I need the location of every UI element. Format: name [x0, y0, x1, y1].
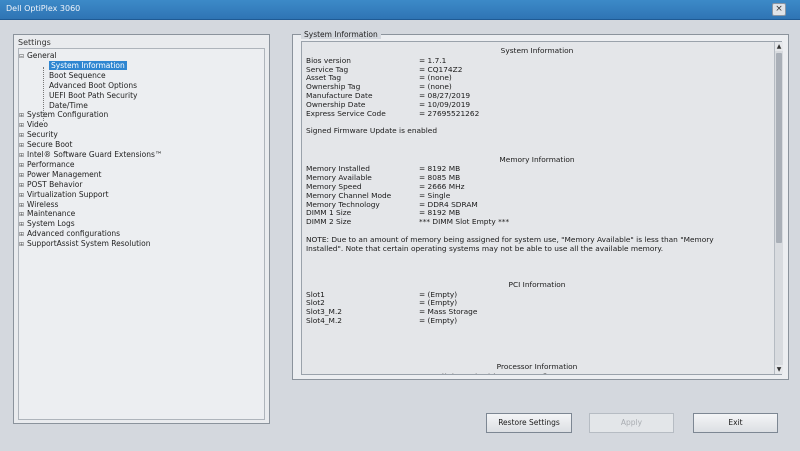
system-information-group: System Information System Information Bio…	[292, 30, 789, 380]
tree-item-wireless[interactable]: ⊞ Wireless	[19, 200, 58, 210]
tree-item-advanced-configurations[interactable]: ⊞ Advanced configurations	[19, 229, 120, 239]
window-title: Dell OptiPlex 3060	[6, 4, 81, 13]
processor-info-label: Processor Type	[306, 372, 361, 374]
pci-info-label: Slot4_M.2	[306, 316, 342, 325]
tree-item-label: Virtualization Support	[27, 189, 109, 199]
tree-item-label: Date/Time	[49, 100, 88, 110]
tree-item-uefi-boot-path-security[interactable]: UEFI Boot Path Security	[49, 91, 137, 101]
memory-note: NOTE: Due to an amount of memory being a…	[306, 234, 714, 253]
tree-item-label: Boot Sequence	[49, 70, 106, 80]
vertical-scrollbar[interactable]: ▲ ▼	[774, 42, 783, 374]
tree-item-label: Power Management	[27, 169, 102, 179]
exit-button[interactable]: Exit	[693, 413, 778, 433]
scrollbar-thumb[interactable]	[776, 53, 782, 243]
system-info-title: System Information	[500, 46, 574, 55]
tree-item-advanced-boot-options[interactable]: Advanced Boot Options	[49, 81, 137, 91]
restore-settings-button[interactable]: Restore Settings	[486, 413, 572, 433]
tree-item-label: Video	[27, 120, 49, 130]
tree-item-post-behavior[interactable]: ⊞ POST Behavior	[19, 180, 82, 190]
tree-item-label: Advanced configurations	[27, 229, 121, 239]
tree-item-label: POST Behavior	[27, 179, 83, 189]
tree-item-system-logs[interactable]: ⊞ System Logs	[19, 219, 75, 229]
tree-item-label: Advanced Boot Options	[49, 80, 138, 90]
expand-icon[interactable]: ⊞	[19, 240, 27, 250]
tree-item-intel-software-guard-extensions[interactable]: ⊞ Intel® Software Guard Extensions™	[19, 150, 162, 160]
tree-item-label: System Information	[49, 60, 127, 70]
scroll-up-icon[interactable]: ▲	[775, 42, 783, 51]
tree-item-maintenance[interactable]: ⊞ Maintenance	[19, 209, 75, 219]
firmware-note: Signed Firmware Update is enabled	[306, 126, 438, 136]
system-info-value: = 27695521262	[419, 108, 480, 118]
pci-info-value: = (Empty)	[419, 316, 458, 325]
tree-item-system-configuration[interactable]: ⊞ System Configuration	[19, 110, 108, 120]
settings-header: Settings	[18, 38, 51, 47]
memory-info-title: Memory Information	[499, 154, 575, 164]
collapse-icon[interactable]: ⊟	[19, 52, 27, 62]
system-information-box: System Information Bios version = 1.7.1 Ser…	[301, 41, 783, 375]
tree-item-label: Security	[27, 130, 58, 140]
group-title: System Information	[301, 30, 381, 39]
tree-item-label: Maintenance	[27, 209, 76, 219]
tree-item-security[interactable]: ⊞ Security	[19, 130, 58, 140]
pci-info-title: PCI Information	[508, 279, 566, 289]
tree-item-date-time[interactable]: Date/Time	[49, 101, 88, 111]
tree-item-virtualization-support[interactable]: ⊞ Virtualization Support	[19, 190, 109, 200]
close-button[interactable]: ×	[772, 3, 786, 16]
scroll-down-icon[interactable]: ▼	[775, 365, 783, 374]
tree-item-label: System Logs	[27, 219, 75, 229]
settings-tree-panel: Settings ⊟ General System Information Boot …	[13, 34, 270, 424]
tree-item-general[interactable]: ⊟ General	[19, 51, 57, 61]
tree-item-label: SupportAssist System Resolution	[27, 239, 151, 249]
tree-item-label: Secure Boot	[27, 140, 73, 150]
title-bar: Dell OptiPlex 3060 ×	[0, 0, 800, 20]
system-info-label: Express Service Code	[306, 108, 386, 118]
tree-item-secure-boot[interactable]: ⊞ Secure Boot	[19, 140, 72, 150]
settings-tree: ⊟ General System Information Boot Sequence A…	[18, 48, 265, 420]
tree-item-label: UEFI Boot Path Security	[49, 90, 138, 100]
tree-item-system-information[interactable]: System Information	[49, 60, 127, 71]
tree-item-power-management[interactable]: ⊞ Power Management	[19, 170, 101, 180]
memory-info-value: *** DIMM Slot Empty ***	[419, 217, 510, 227]
tree-item-label: System Configuration	[27, 110, 109, 120]
apply-button[interactable]: Apply	[589, 413, 674, 433]
memory-info-label: DIMM 2 Size	[306, 217, 352, 227]
info-content: System Information Bios version = 1.7.1 Ser…	[306, 42, 768, 374]
tree-item-label: Wireless	[27, 199, 59, 209]
tree-item-label: Intel® Software Guard Extensions™	[27, 150, 163, 159]
tree-item-performance[interactable]: ⊞ Performance	[19, 160, 75, 170]
tree-item-supportassist-system-resolution[interactable]: ⊞ SupportAssist System Resolution	[19, 239, 150, 249]
tree-item-label: General	[27, 51, 57, 60]
tree-item-boot-sequence[interactable]: Boot Sequence	[49, 71, 106, 81]
tree-item-video[interactable]: ⊞ Video	[19, 120, 48, 130]
processor-info-value: = Intel(R) Core(TM) i7-8700 CPU @ 3.20GH…	[419, 372, 583, 374]
tree-item-label: Performance	[27, 159, 75, 169]
processor-info-title: Processor Information	[496, 362, 578, 371]
